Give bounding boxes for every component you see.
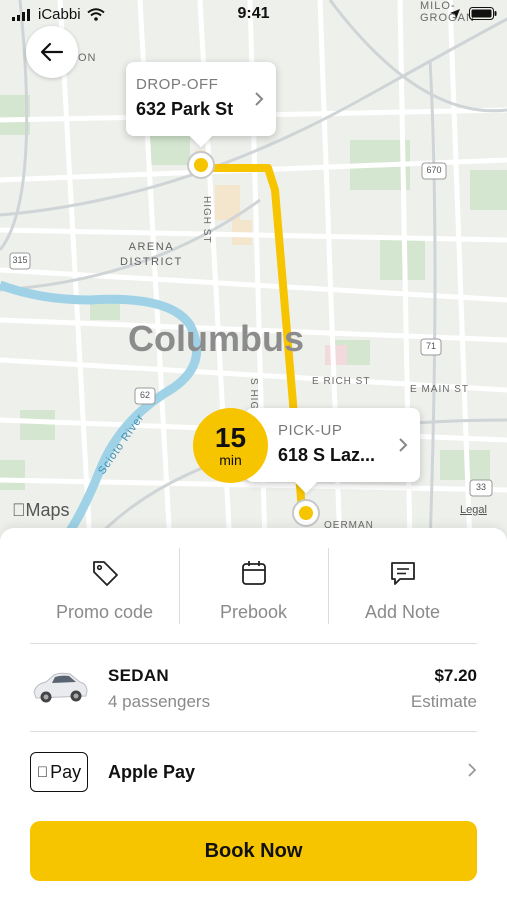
divider <box>30 731 477 732</box>
apple-pay-badge-text: Pay <box>44 761 81 782</box>
pickup-callout[interactable]: PICK-UP 618 S Laz... <box>245 408 420 494</box>
maps-attribution-text: Maps <box>12 500 70 520</box>
add-note-label: Add Note <box>364 602 441 622</box>
map-shield-33: 33 <box>475 482 486 492</box>
fare-price: $7.20 <box>434 666 477 685</box>
note-icon <box>390 562 415 585</box>
vehicle-option[interactable]: SEDAN 4 passengers $7.20 Estimate <box>30 658 477 718</box>
eta-unit: min <box>219 451 242 468</box>
map-view[interactable]: MILO-GROGAN ON ARENA DISTRICT HIGH ST S … <box>0 0 507 545</box>
promo-code-label: Promo code <box>55 602 154 622</box>
map-shield-670: 670 <box>426 165 442 175</box>
booking-sheet: Promo code Prebook Add Note SEDAN 4 pass… <box>0 528 507 900</box>
map-shield-315: 315 <box>12 255 28 265</box>
apple-maps-attribution: Maps <box>12 500 70 521</box>
legal-link[interactable]: Legal <box>460 504 487 516</box>
prebook-button[interactable]: Prebook <box>179 548 328 626</box>
back-button[interactable] <box>26 26 78 78</box>
map-shield-62: 62 <box>139 390 150 400</box>
map-street-e-rich: E RICH ST <box>312 376 371 387</box>
eta-value: 15 <box>214 421 247 453</box>
chevron-right-icon <box>255 92 264 106</box>
apple-logo-icon:  <box>12 500 26 520</box>
dropoff-label: DROP-OFF <box>136 76 219 93</box>
map-district-line-2: DISTRICT <box>120 256 183 268</box>
apple-pay-badge:  Pay <box>30 752 88 792</box>
chevron-right-icon <box>468 763 477 777</box>
map-district-line-1: ARENA <box>128 241 175 253</box>
prebook-label: Prebook <box>219 602 288 622</box>
map-district-label: ARENA DISTRICT <box>120 240 183 270</box>
dropoff-callout[interactable]: DROP-OFF 632 Park St <box>126 62 276 148</box>
payment-method-name: Apple Pay <box>108 762 196 782</box>
vehicle-type: SEDAN <box>108 666 170 685</box>
dropoff-address: 632 Park St <box>136 99 234 119</box>
chevron-right-icon <box>399 438 408 452</box>
map-street-high: HIGH ST <box>201 196 212 244</box>
fare-estimate-label: Estimate <box>410 692 477 711</box>
book-now-button[interactable]: Book Now <box>30 821 477 881</box>
calendar-icon <box>241 561 266 585</box>
eta-badge: 15 min <box>193 408 268 483</box>
pickup-label: PICK-UP <box>278 422 343 439</box>
map-shield-71: 71 <box>425 341 436 351</box>
action-row: Promo code Prebook Add Note <box>30 548 477 626</box>
tag-icon <box>92 561 118 586</box>
location-arrow-icon <box>450 8 460 19</box>
battery-icon <box>469 7 497 20</box>
pickup-address: 618 S Laz... <box>278 445 376 465</box>
map-road-fragment: ON <box>78 52 97 64</box>
payment-method-row[interactable]:  Pay Apple Pay <box>30 750 477 794</box>
status-bar: iCabbi 9:41 <box>0 0 507 30</box>
arrow-left-icon <box>40 42 64 62</box>
add-note-button[interactable]: Add Note <box>328 548 477 626</box>
sedan-car-icon <box>33 672 88 703</box>
map-street-e-main: E MAIN ST <box>410 384 470 395</box>
status-time: 9:41 <box>237 5 270 22</box>
divider <box>30 643 477 644</box>
status-right <box>449 7 497 20</box>
promo-code-button[interactable]: Promo code <box>30 548 179 626</box>
apple-logo-icon:  <box>37 764 48 781</box>
map-city-label: Columbus <box>128 318 304 359</box>
vehicle-passengers: 4 passengers <box>108 692 211 711</box>
